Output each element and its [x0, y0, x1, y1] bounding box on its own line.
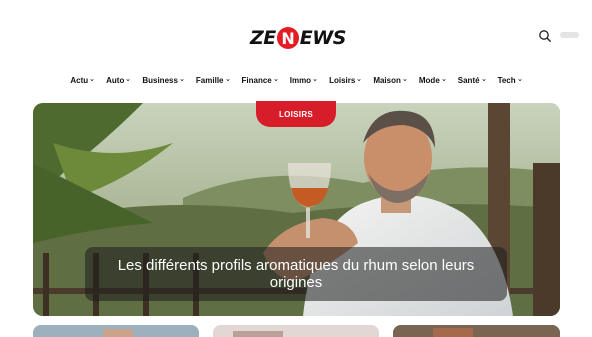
nav-item-auto[interactable]: Auto: [100, 74, 136, 86]
nav-item-label: Mode: [418, 75, 440, 85]
nav-item-loisirs[interactable]: Loisirs: [323, 74, 367, 86]
nav-item-label: Loisirs: [329, 75, 356, 85]
chevron-down-icon: [442, 79, 446, 82]
nav-item-label: Famille: [195, 75, 224, 85]
nav-item-actu[interactable]: Actu: [64, 74, 100, 86]
featured-article-caption: Les différents profils aromatiques du rh…: [85, 247, 507, 301]
chevron-down-icon: [313, 79, 317, 82]
chevron-down-icon: [126, 79, 130, 82]
site-logo[interactable]: ZE N EWS: [250, 27, 346, 49]
nav-item-tech[interactable]: Tech: [492, 74, 528, 86]
chevron-down-icon: [357, 79, 361, 82]
article-thumbnail-image: [213, 325, 379, 337]
article-thumbnail-image: [393, 325, 560, 337]
nav-item-famille[interactable]: Famille: [190, 74, 236, 86]
nav-item-label: Immo: [289, 75, 312, 85]
nav-item-label: Business: [142, 75, 178, 85]
nav-item-label: Finance: [241, 75, 272, 85]
nav-item-finance[interactable]: Finance: [236, 74, 284, 86]
nav-item-maison[interactable]: Maison: [367, 74, 413, 86]
article-thumbnail[interactable]: [213, 325, 379, 337]
chevron-down-icon: [225, 79, 230, 82]
chevron-down-icon: [518, 79, 522, 82]
category-badge[interactable]: LOISIRS: [256, 101, 336, 127]
article-thumbnail[interactable]: [393, 325, 560, 337]
nav-item-sante[interactable]: Santé: [452, 74, 492, 86]
nav-item-immo[interactable]: Immo: [284, 74, 323, 86]
logo-prefix: ZE: [250, 27, 276, 49]
chevron-down-icon: [90, 79, 94, 82]
search-icon[interactable]: [538, 29, 552, 43]
nav-item-label: Tech: [497, 75, 516, 85]
main-navigation: Actu Auto Business Famille Finance Immo …: [0, 74, 592, 86]
featured-article-title[interactable]: Les différents profils aromatiques du rh…: [111, 257, 481, 291]
article-thumbnail[interactable]: [33, 325, 199, 337]
nav-item-label: Santé: [457, 75, 480, 85]
logo-highlight-letter: N: [276, 27, 299, 49]
nav-item-label: Maison: [373, 75, 401, 85]
logo-suffix: EWS: [299, 27, 347, 49]
chevron-down-icon: [403, 79, 407, 82]
dark-mode-toggle[interactable]: [560, 32, 579, 38]
nav-item-mode[interactable]: Mode: [413, 74, 452, 86]
nav-item-label: Actu: [70, 75, 89, 85]
nav-item-label: Auto: [106, 75, 125, 85]
featured-article[interactable]: Les différents profils aromatiques du rh…: [33, 103, 560, 316]
chevron-down-icon: [180, 79, 184, 82]
article-thumbnail-image: [33, 325, 199, 337]
chevron-down-icon: [481, 79, 486, 82]
nav-item-business[interactable]: Business: [136, 74, 190, 86]
chevron-down-icon: [274, 79, 278, 82]
